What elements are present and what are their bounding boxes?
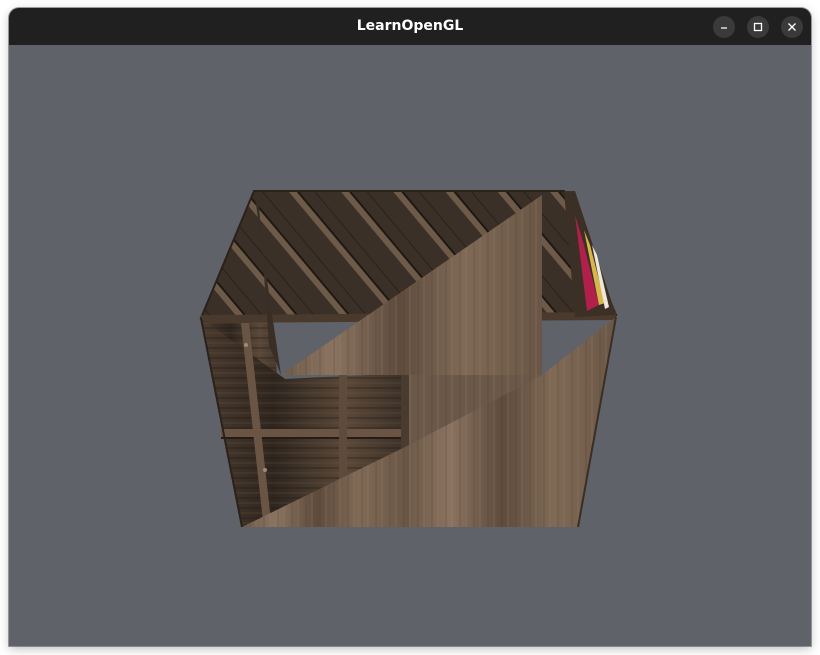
app-window: LearnOpenGL (9, 8, 811, 646)
maximize-button[interactable] (747, 16, 769, 38)
render-scene (199, 190, 618, 528)
close-icon (788, 23, 796, 31)
maximize-icon (753, 22, 763, 32)
minimize-icon (721, 27, 727, 29)
title-bar[interactable]: LearnOpenGL (9, 8, 811, 45)
opengl-viewport[interactable] (9, 45, 811, 646)
window-title: LearnOpenGL (356, 18, 464, 34)
minimize-button[interactable] (713, 16, 735, 38)
close-button[interactable] (781, 16, 803, 38)
